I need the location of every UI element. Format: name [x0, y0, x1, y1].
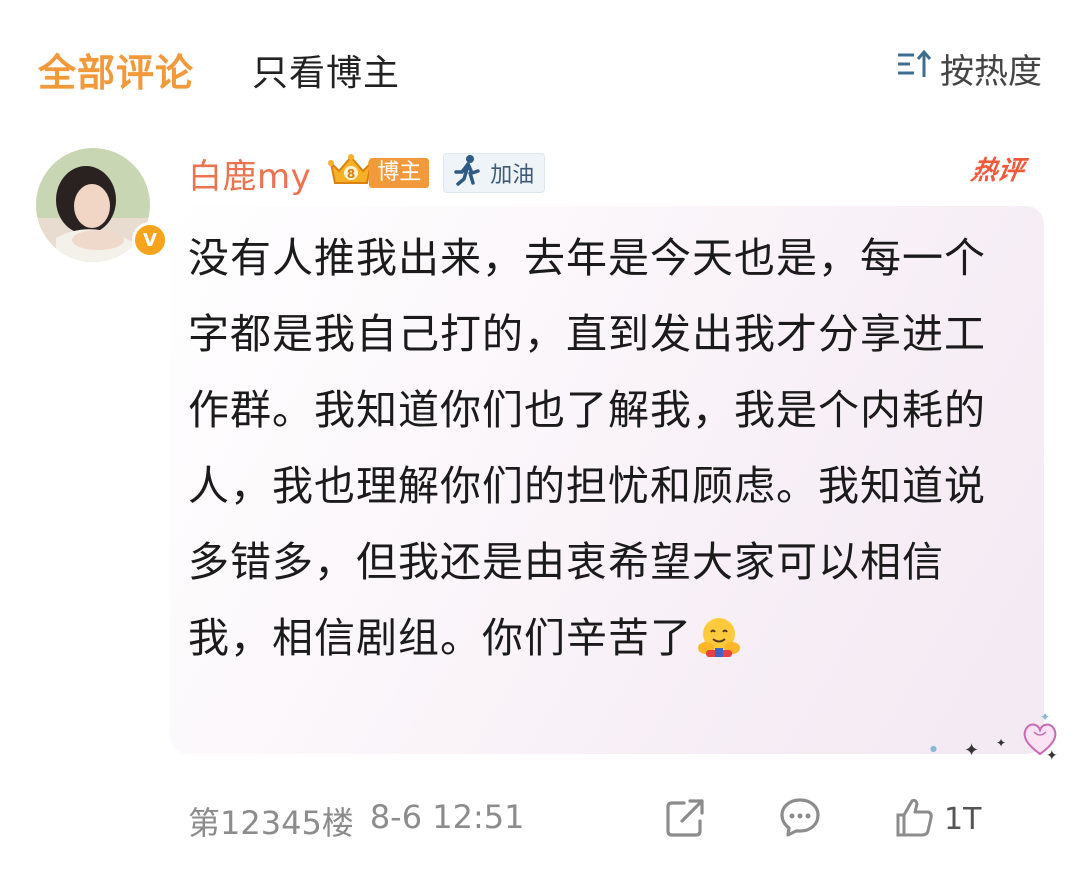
like-count: 1T — [944, 801, 982, 837]
sort-icon — [896, 47, 934, 90]
reply-comment-icon[interactable] — [778, 795, 822, 843]
comment-meta: 第12345楼 8-6 12:51 — [188, 798, 524, 844]
blogger-badge: 8 博主 — [325, 153, 430, 193]
sort-by-hot-button[interactable]: 按热度 — [896, 44, 1042, 93]
sparkle-icon: ✦ — [1040, 710, 1051, 724]
cheer-badge[interactable]: 加油 — [443, 153, 546, 193]
comment-text-block: 没有人推我出来，去年是今天也是，每一个字都是我自己打的，直到发出我才分享进工作群… — [188, 220, 1018, 676]
sparkle-icon: ✦ — [996, 736, 1007, 750]
comment-author-row: 白鹿my 8 博主 加油 — [188, 148, 546, 198]
comment-tabs: 全部评论 只看博主 按热度 — [0, 30, 1080, 106]
hot-comment-tag: 热评 — [968, 156, 1027, 186]
tab-all-comments[interactable]: 全部评论 — [38, 42, 194, 97]
comment-actions: 1T — [664, 795, 981, 843]
running-person-icon — [450, 153, 484, 193]
comment-time: 8-6 12:51 — [369, 798, 525, 836]
verified-v-icon: V — [132, 222, 168, 258]
floor-number: 第12345楼 — [188, 804, 354, 842]
tab-blogger-only[interactable]: 只看博主 — [252, 44, 400, 96]
comment-text: 没有人推我出来，去年是今天也是，每一个字都是我自己打的，直到发出我才分享进工作群… — [188, 234, 986, 662]
svg-text:8: 8 — [347, 167, 355, 181]
username[interactable]: 白鹿my — [188, 149, 311, 198]
sparkle-icon: ✦ — [964, 740, 980, 761]
like-button[interactable]: 1T — [892, 795, 981, 843]
thumbs-up-icon — [892, 795, 936, 843]
sparkle-icon: ✦ — [1046, 748, 1058, 764]
sort-label: 按热度 — [940, 52, 1042, 92]
blogger-tag: 博主 — [369, 158, 430, 188]
hug-emoji-icon — [696, 606, 742, 657]
comment-page: 全部评论 只看博主 按热度 V 白鹿my 8 博主 加油 热评 没有人推我出来，… — [0, 0, 1080, 869]
cheer-label: 加油 — [490, 163, 535, 188]
sparkle-icon: ● — [930, 744, 937, 753]
share-icon[interactable] — [664, 795, 708, 843]
avatar[interactable]: V — [36, 148, 168, 262]
